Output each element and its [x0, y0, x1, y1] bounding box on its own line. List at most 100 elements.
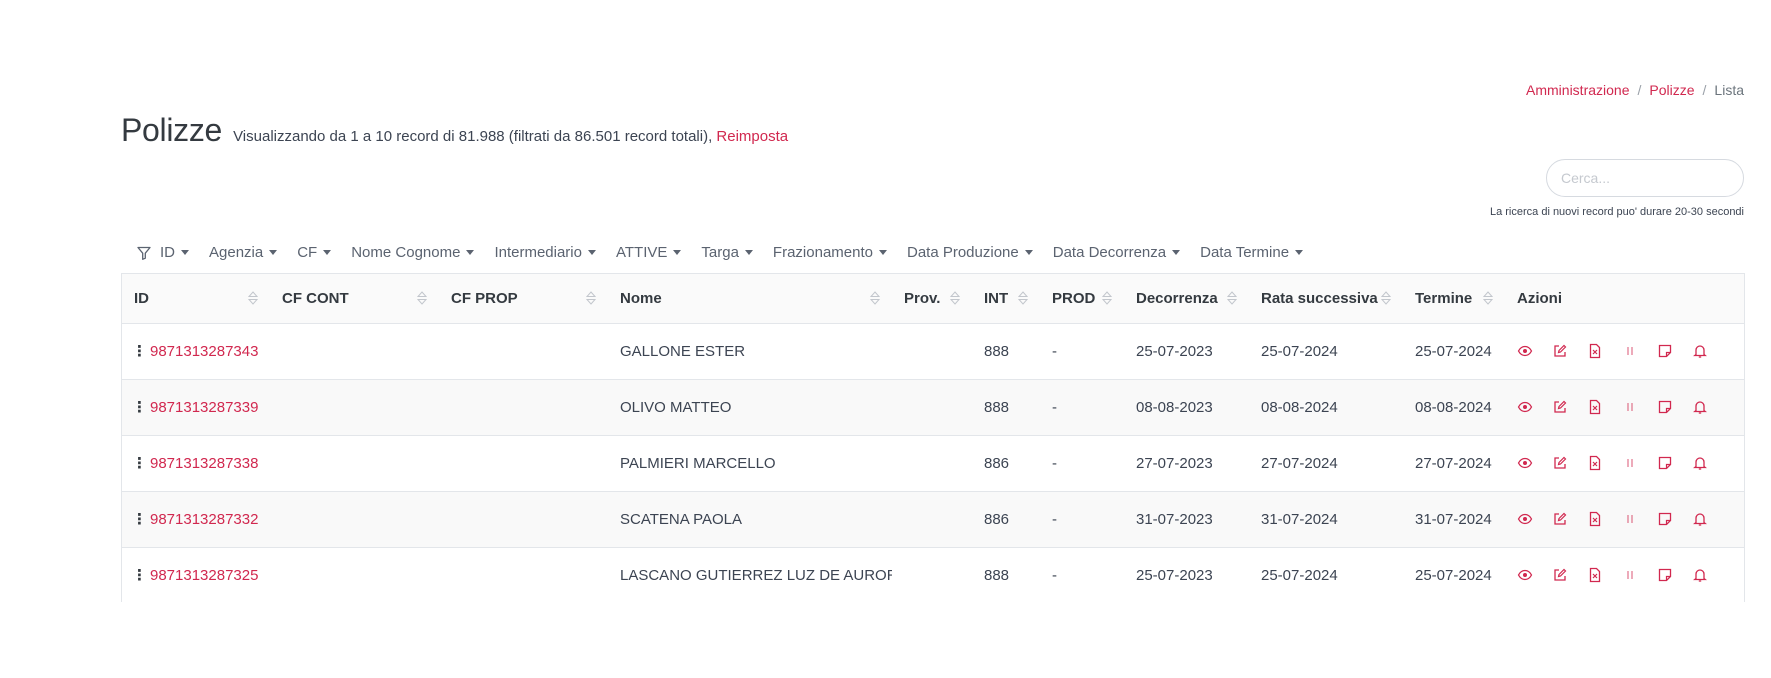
column-header-id[interactable]: ID [122, 274, 270, 324]
row-menu-icon[interactable]: ⋮ [132, 342, 147, 360]
sort-icon[interactable] [949, 291, 961, 305]
pause-icon[interactable] [1622, 511, 1638, 527]
sort-icon[interactable] [1226, 291, 1238, 305]
search-input[interactable] [1546, 159, 1744, 197]
column-header-label: ID [134, 289, 149, 307]
sort-icon[interactable] [1380, 291, 1392, 305]
row-menu-icon[interactable]: ⋮ [132, 510, 147, 528]
column-header-nome[interactable]: Nome [608, 274, 892, 324]
sort-icon[interactable] [1101, 291, 1113, 305]
filter-dropdown-data-produzione[interactable]: Data Produzione [907, 244, 1033, 261]
pause-icon[interactable] [1622, 455, 1638, 471]
eye-icon[interactable] [1517, 455, 1533, 471]
edit-icon[interactable] [1552, 343, 1568, 359]
policy-id-link[interactable]: 9871313287325 [150, 567, 258, 584]
pdf-file-icon[interactable] [1587, 343, 1603, 359]
filter-icon[interactable] [137, 246, 151, 260]
column-header-azioni: Azioni [1505, 274, 1744, 324]
column-header-int[interactable]: INT [972, 274, 1040, 324]
record-summary: Visualizzando da 1 a 10 record di 81.988… [233, 128, 788, 145]
column-header-cf-prop[interactable]: CF PROP [439, 274, 608, 324]
pause-icon[interactable] [1622, 399, 1638, 415]
row-menu-icon[interactable]: ⋮ [132, 454, 147, 472]
filter-label: Frazionamento [772, 244, 873, 261]
filter-dropdown-data-decorrenza[interactable]: Data Decorrenza [1053, 244, 1181, 261]
reset-link[interactable]: Reimposta [716, 128, 788, 145]
filter-dropdown-intermediario[interactable]: Intermediario [494, 244, 596, 261]
policy-id-link[interactable]: 9871313287332 [150, 511, 258, 528]
breadcrumb-separator: / [1637, 82, 1642, 98]
filter-label: Nome Cognome [351, 244, 461, 261]
filter-dropdown-frazionamento[interactable]: Frazionamento [773, 244, 887, 261]
filter-bar: ID Agenzia CF Nome Cognome Intermediario ATTI… [137, 244, 1323, 261]
cf-prop-cell [439, 323, 608, 380]
pdf-file-icon[interactable] [1587, 455, 1603, 471]
column-header-decorrenza[interactable]: Decorrenza [1124, 274, 1249, 324]
filter-dropdown-attive[interactable]: ATTIVE [616, 244, 682, 261]
table-row: ⋮ 9871313287325 LASCANO GUTIERREZ LUZ DE A… [122, 547, 1744, 602]
breadcrumb-link-amministrazione[interactable]: Amministrazione [1526, 82, 1629, 98]
rata-successiva-cell: 08-08-2024 [1249, 379, 1403, 436]
caret-down-icon [323, 250, 332, 255]
filter-dropdown-id[interactable]: ID [160, 244, 189, 261]
eye-icon[interactable] [1517, 567, 1533, 583]
filter-dropdown-nome-cognome[interactable]: Nome Cognome [351, 244, 475, 261]
note-icon[interactable] [1657, 455, 1673, 471]
bell-icon[interactable] [1692, 455, 1708, 471]
bell-icon[interactable] [1692, 399, 1708, 415]
rata-successiva-cell: 27-07-2024 [1249, 435, 1403, 492]
note-icon[interactable] [1657, 511, 1673, 527]
row-menu-icon[interactable]: ⋮ [132, 398, 147, 416]
filter-dropdown-agenzia[interactable]: Agenzia [209, 244, 278, 261]
caret-down-icon [744, 250, 753, 255]
note-icon[interactable] [1657, 399, 1673, 415]
id-cell: ⋮ 9871313287338 [122, 435, 270, 492]
termine-cell: 08-08-2024 [1403, 379, 1505, 436]
column-header-termine[interactable]: Termine [1403, 274, 1505, 324]
pdf-file-icon[interactable] [1587, 567, 1603, 583]
row-menu-icon[interactable]: ⋮ [132, 566, 147, 584]
sort-icon[interactable] [247, 291, 259, 305]
edit-icon[interactable] [1552, 455, 1568, 471]
policies-table: ID CF CONT CF PROP Nome Prov. INT PROD Decorren… [121, 273, 1745, 602]
sort-icon[interactable] [869, 291, 881, 305]
int-cell: 888 [972, 323, 1040, 380]
note-icon[interactable] [1657, 343, 1673, 359]
filter-label: Data Produzione [906, 244, 1019, 261]
eye-icon[interactable] [1517, 343, 1533, 359]
edit-icon[interactable] [1552, 511, 1568, 527]
filter-dropdown-data-termine[interactable]: Data Termine [1200, 244, 1304, 261]
pdf-file-icon[interactable] [1587, 511, 1603, 527]
sort-icon[interactable] [585, 291, 597, 305]
pdf-file-icon[interactable] [1587, 399, 1603, 415]
breadcrumb-link-polizze[interactable]: Polizze [1649, 82, 1694, 98]
breadcrumb-separator: / [1702, 82, 1707, 98]
eye-icon[interactable] [1517, 399, 1533, 415]
int-cell: 886 [972, 435, 1040, 492]
sort-icon[interactable] [1017, 291, 1029, 305]
column-header-cf-cont[interactable]: CF CONT [270, 274, 439, 324]
sort-icon[interactable] [416, 291, 428, 305]
policy-id-link[interactable]: 9871313287339 [150, 399, 258, 416]
policy-id-link[interactable]: 9871313287338 [150, 455, 258, 472]
filter-dropdown-cf[interactable]: CF [297, 244, 332, 261]
pause-icon[interactable] [1622, 567, 1638, 583]
column-header-rata-successiva[interactable]: Rata successiva [1249, 274, 1403, 324]
id-cell: ⋮ 9871313287343 [122, 323, 270, 380]
column-header-prod[interactable]: PROD [1040, 274, 1124, 324]
caret-down-icon [878, 250, 887, 255]
bell-icon[interactable] [1692, 511, 1708, 527]
edit-icon[interactable] [1552, 567, 1568, 583]
policy-id-link[interactable]: 9871313287343 [150, 343, 258, 360]
note-icon[interactable] [1657, 567, 1673, 583]
column-header-prov[interactable]: Prov. [892, 274, 972, 324]
table-row: ⋮ 9871313287332 SCATENA PAOLA 886-31-07-202… [122, 491, 1744, 548]
bell-icon[interactable] [1692, 343, 1708, 359]
cf-cont-cell [270, 491, 439, 548]
eye-icon[interactable] [1517, 511, 1533, 527]
sort-icon[interactable] [1482, 291, 1494, 305]
bell-icon[interactable] [1692, 567, 1708, 583]
edit-icon[interactable] [1552, 399, 1568, 415]
filter-dropdown-targa[interactable]: Targa [701, 244, 753, 261]
pause-icon[interactable] [1622, 343, 1638, 359]
